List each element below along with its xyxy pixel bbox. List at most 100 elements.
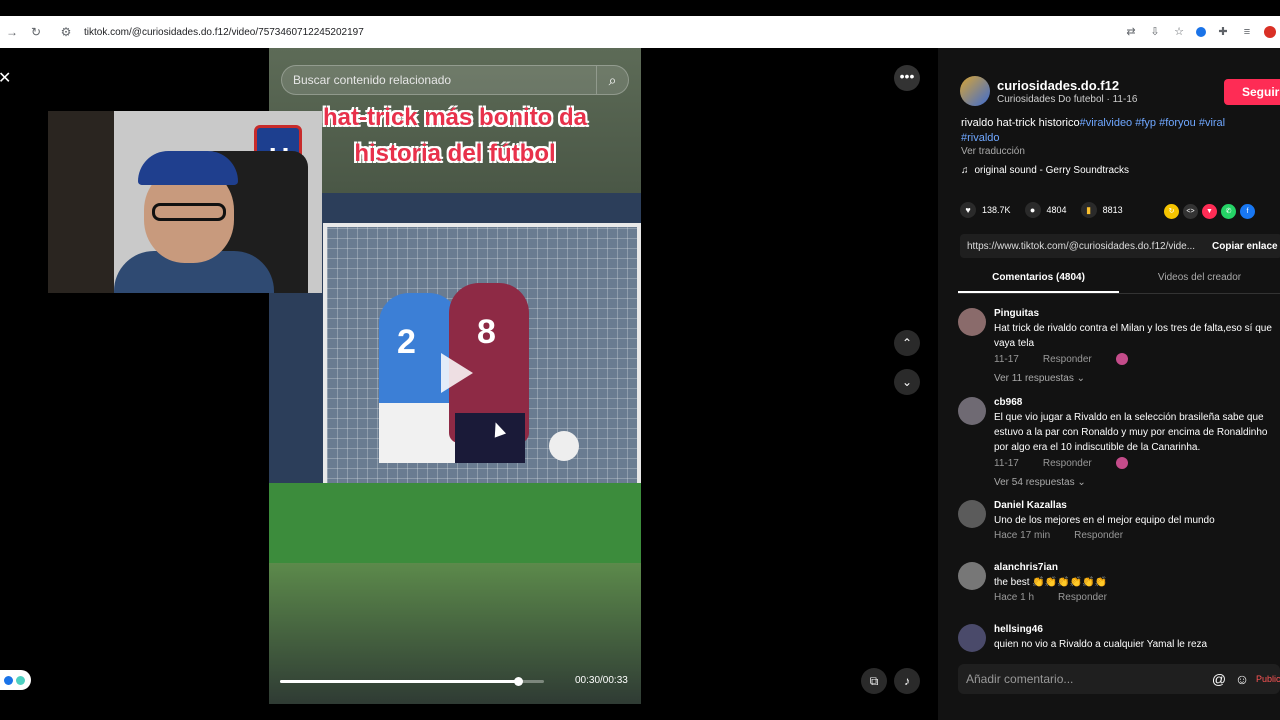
play-icon[interactable] (441, 353, 473, 393)
grass (269, 483, 641, 563)
reply-button[interactable]: Responder (1043, 458, 1092, 469)
comment-text: the best 👏👏👏👏👏👏 (994, 577, 1108, 588)
webcam-shelf (48, 111, 114, 293)
forward-icon[interactable]: → (0, 25, 24, 39)
author-avatar[interactable] (960, 76, 990, 106)
tab-comments[interactable]: Comentarios (4804) (958, 272, 1119, 293)
reply-button[interactable]: Responder (1043, 354, 1092, 365)
emoji-icon[interactable]: ☺ (1233, 670, 1251, 688)
comment-user[interactable]: alanchris7ian (994, 562, 1278, 573)
video-caption: hat-trick más bonito da historia del fút… (269, 100, 641, 172)
comment-icon[interactable]: ● (1024, 202, 1041, 218)
view-replies[interactable]: Ver 54 respuestas ⌄ (994, 477, 1278, 488)
avatar[interactable] (958, 562, 986, 590)
comment-user[interactable]: hellsing46 (994, 624, 1278, 635)
bookmark-icon[interactable]: ▮ (1080, 202, 1097, 218)
chevron-down-icon[interactable]: ⌄ (894, 369, 920, 395)
volume-icon[interactable]: ♪ (894, 668, 920, 694)
embed-icon[interactable]: <> (1183, 204, 1198, 219)
copy-link-button[interactable]: Copiar enlace (1212, 241, 1280, 252)
translate-link[interactable]: Ver traducción (961, 146, 1025, 157)
comment-text: Uno de los mejores en el mejor equipo de… (994, 515, 1215, 526)
star-icon[interactable]: ☆ (1172, 25, 1186, 39)
ball (549, 431, 579, 461)
comment-text: El que vio jugar a Rivaldo en la selecci… (994, 412, 1268, 453)
webcam-glasses (152, 203, 226, 221)
author-name[interactable]: curiosidades.do.f12 (997, 78, 1137, 93)
repost-icon[interactable]: ↻ (1164, 204, 1179, 219)
chevron-up-icon[interactable]: ⌃ (894, 330, 920, 356)
media-icon[interactable]: ≡ (1240, 25, 1254, 39)
translate-icon[interactable]: ⇄ (1124, 25, 1138, 39)
related-search[interactable]: Buscar contenido relacionado ⌕ (281, 65, 629, 95)
close-icon[interactable]: ✕ (0, 68, 14, 88)
tab-creator-videos[interactable]: Videos del creador (1119, 272, 1280, 293)
comment-user[interactable]: cb968 (994, 397, 1278, 408)
author-block[interactable]: curiosidades.do.f12 Curiosidades Do fute… (960, 76, 1137, 106)
related-search-placeholder: Buscar contenido relacionado (293, 73, 452, 87)
reply-button[interactable]: Responder (1074, 530, 1123, 541)
avatar[interactable] (958, 397, 986, 425)
mention-icon[interactable]: @ (1210, 670, 1228, 688)
comment-date: Hace 17 min (994, 530, 1051, 541)
profile-icon[interactable] (1264, 26, 1276, 38)
progress-fill (280, 680, 518, 683)
comment-input-placeholder[interactable]: Añadir comentario... (966, 672, 1210, 686)
jersey-number-left: 2 (397, 323, 416, 361)
panel-tabs: Comentarios (4804) Videos del creador (958, 272, 1280, 294)
site-info-icon[interactable]: ⚙ (54, 25, 78, 39)
share-row: ↻ <> ▼ ✆ f (1164, 204, 1255, 219)
search-icon[interactable]: ⌕ (596, 66, 628, 94)
share-link[interactable]: https://www.tiktok.com/@curiosidades.do.… (967, 241, 1212, 252)
reply-button[interactable]: Responder (1058, 592, 1107, 603)
avatar[interactable] (958, 500, 986, 528)
pill-dot-icon (4, 675, 13, 685)
saves-count: 8813 (1102, 205, 1123, 215)
comment-date: 11-17 (994, 353, 1019, 365)
more-options-icon[interactable]: ••• (894, 65, 920, 91)
browser-bar: → ↻ ⚙ tiktok.com/@curiosidades.do.f12/vi… (0, 16, 1280, 48)
video-stage: ✕ 2 8 Buscar contenido relacionado ⌕ hat… (0, 48, 938, 720)
comments-list: Pinguitas Hat trick de rivaldo contra el… (958, 308, 1280, 700)
comment-input[interactable]: Añadir comentario... @ ☺ Publicar (958, 664, 1280, 694)
avatar[interactable] (958, 308, 986, 336)
pill-dot-icon (16, 675, 25, 685)
install-icon[interactable]: ⇩ (1148, 25, 1162, 39)
view-replies[interactable]: Ver 11 respuestas ⌄ (994, 373, 1278, 384)
comment-text: Hat trick de rivaldo contra el Milan y l… (994, 323, 1272, 349)
video-player[interactable]: 2 8 Buscar contenido relacionado ⌕ hat-t… (269, 48, 641, 704)
browser-icons: ⇄ ⇩ ☆ ✚ ≡ (1124, 25, 1280, 39)
follow-button[interactable]: Seguir (1224, 79, 1280, 105)
sound-name[interactable]: original sound - Gerry Soundtracks (975, 165, 1130, 176)
heart-icon[interactable]: ♥ (960, 202, 976, 218)
progress-handle[interactable] (513, 677, 523, 686)
comment-text: quien no vio a Rivaldo a cualquier Yamal… (994, 639, 1208, 650)
sound-row[interactable]: ♫ original sound - Gerry Soundtracks (961, 165, 1129, 176)
address-bar[interactable]: ⚙ tiktok.com/@curiosidades.do.f12/video/… (48, 18, 1124, 46)
webcam-person-cap (138, 151, 238, 185)
webcam-overlay: U (48, 111, 322, 293)
caption-line2: historia del fútbol (354, 140, 556, 167)
url-text: tiktok.com/@curiosidades.do.f12/video/75… (84, 26, 364, 38)
likes-count: 138.7K (982, 205, 1011, 215)
avatar[interactable] (958, 624, 986, 652)
reload-icon[interactable]: ↻ (24, 25, 48, 39)
comments-count: 4804 (1046, 205, 1067, 215)
jersey-number-right: 8 (477, 313, 496, 351)
extension-icon[interactable] (1196, 27, 1206, 37)
comment-user[interactable]: Daniel Kazallas (994, 500, 1278, 511)
creator-like-icon (1115, 457, 1128, 469)
player-left-shorts (379, 403, 459, 463)
author-subtitle: Curiosidades Do futebol · 11-16 (997, 93, 1138, 105)
facebook-icon[interactable]: f (1240, 204, 1255, 219)
comment-user[interactable]: Pinguitas (994, 308, 1278, 319)
share-link-row: https://www.tiktok.com/@curiosidades.do.… (960, 234, 1280, 258)
whatsapp-icon[interactable]: ✆ (1221, 204, 1236, 219)
post-button[interactable]: Publicar (1256, 674, 1280, 684)
time-readout: 00:30/00:33 (575, 675, 628, 686)
send-icon[interactable]: ▼ (1202, 204, 1217, 219)
progress-bar[interactable] (280, 677, 544, 686)
extension-pill[interactable] (0, 670, 31, 690)
puzzle-icon[interactable]: ✚ (1216, 25, 1230, 39)
pip-icon[interactable]: ⧉ (861, 668, 887, 694)
